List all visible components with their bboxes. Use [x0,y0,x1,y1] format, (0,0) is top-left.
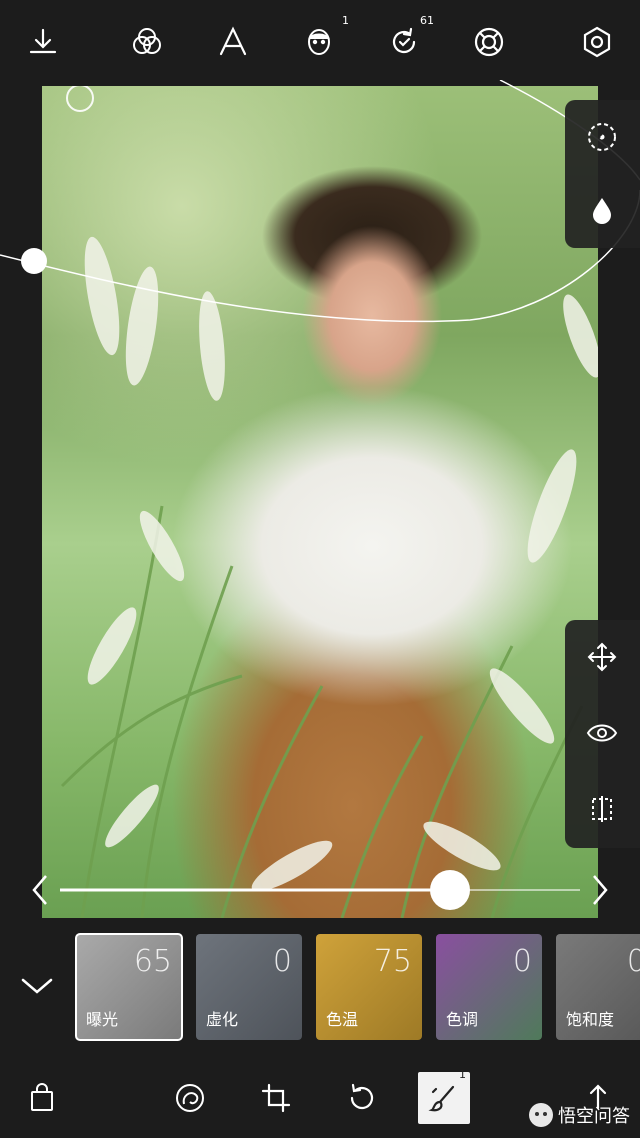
compare-icon[interactable] [583,790,621,828]
slider-right-arrow-icon[interactable] [593,875,608,905]
adjustment-strip: 65 曝光 0 虚化 75 色温 0 色调 0 饱和度 [0,930,640,1042]
adjustment-tile-saturation[interactable]: 0 饱和度 [556,934,640,1040]
watermark-text: 悟空问答 [558,1106,630,1127]
bottom-toolbar: 1 悟空问答 [0,1064,640,1138]
tile-label: 色温 [326,1010,359,1029]
watermark: 悟空问答 [528,1102,630,1128]
side-panel-top [565,100,640,248]
text-icon[interactable] [213,22,253,62]
photo-canvas[interactable] [42,86,598,918]
tile-value: 0 [272,944,292,979]
adjustment-tile-temperature[interactable]: 75 色温 [316,934,422,1040]
brush-badge: 1 [459,1068,466,1081]
selection-circle-icon[interactable] [583,118,621,156]
adjustment-tile-tint[interactable]: 0 色调 [436,934,542,1040]
watermark-logo-icon [529,1103,553,1127]
tile-label: 色调 [446,1010,479,1029]
brush-icon[interactable]: 1 [418,1068,470,1124]
spiral-icon[interactable] [164,1072,216,1124]
face-badge: 1 [342,14,349,27]
tile-label: 曝光 [86,1010,119,1029]
slider-left-arrow-icon[interactable] [32,875,47,905]
adjustment-tile-exposure[interactable]: 65 曝光 [75,933,183,1041]
intensity-slider[interactable] [0,860,640,920]
collapse-chevron-icon[interactable] [20,974,54,998]
top-toolbar: 1 61 [0,0,640,86]
filters-icon[interactable] [127,22,167,62]
tile-value: 0 [626,944,640,979]
droplet-icon[interactable] [583,192,621,230]
bag-icon[interactable] [16,1072,68,1124]
tile-label: 饱和度 [566,1010,615,1029]
adjustment-tile-blur[interactable]: 0 虚化 [196,934,302,1040]
download-icon[interactable] [23,22,63,62]
tile-value: 65 [133,944,172,979]
eye-icon[interactable] [583,714,621,752]
history-badge: 61 [420,14,434,27]
move-icon[interactable] [583,638,621,676]
undo-icon[interactable] [336,1072,388,1124]
redo-history-icon[interactable]: 61 [384,14,434,62]
tile-label: 虚化 [206,1010,239,1029]
crop-icon[interactable] [250,1072,302,1124]
lifebuoy-icon[interactable] [469,22,509,62]
tile-value: 0 [512,944,532,979]
face-icon[interactable]: 1 [299,14,349,62]
settings-hexagon-icon[interactable] [577,22,617,62]
tile-value: 75 [373,944,412,979]
photo-grass-texture [60,86,598,918]
slider-knob[interactable] [430,870,470,910]
side-panel-tools [565,620,640,848]
